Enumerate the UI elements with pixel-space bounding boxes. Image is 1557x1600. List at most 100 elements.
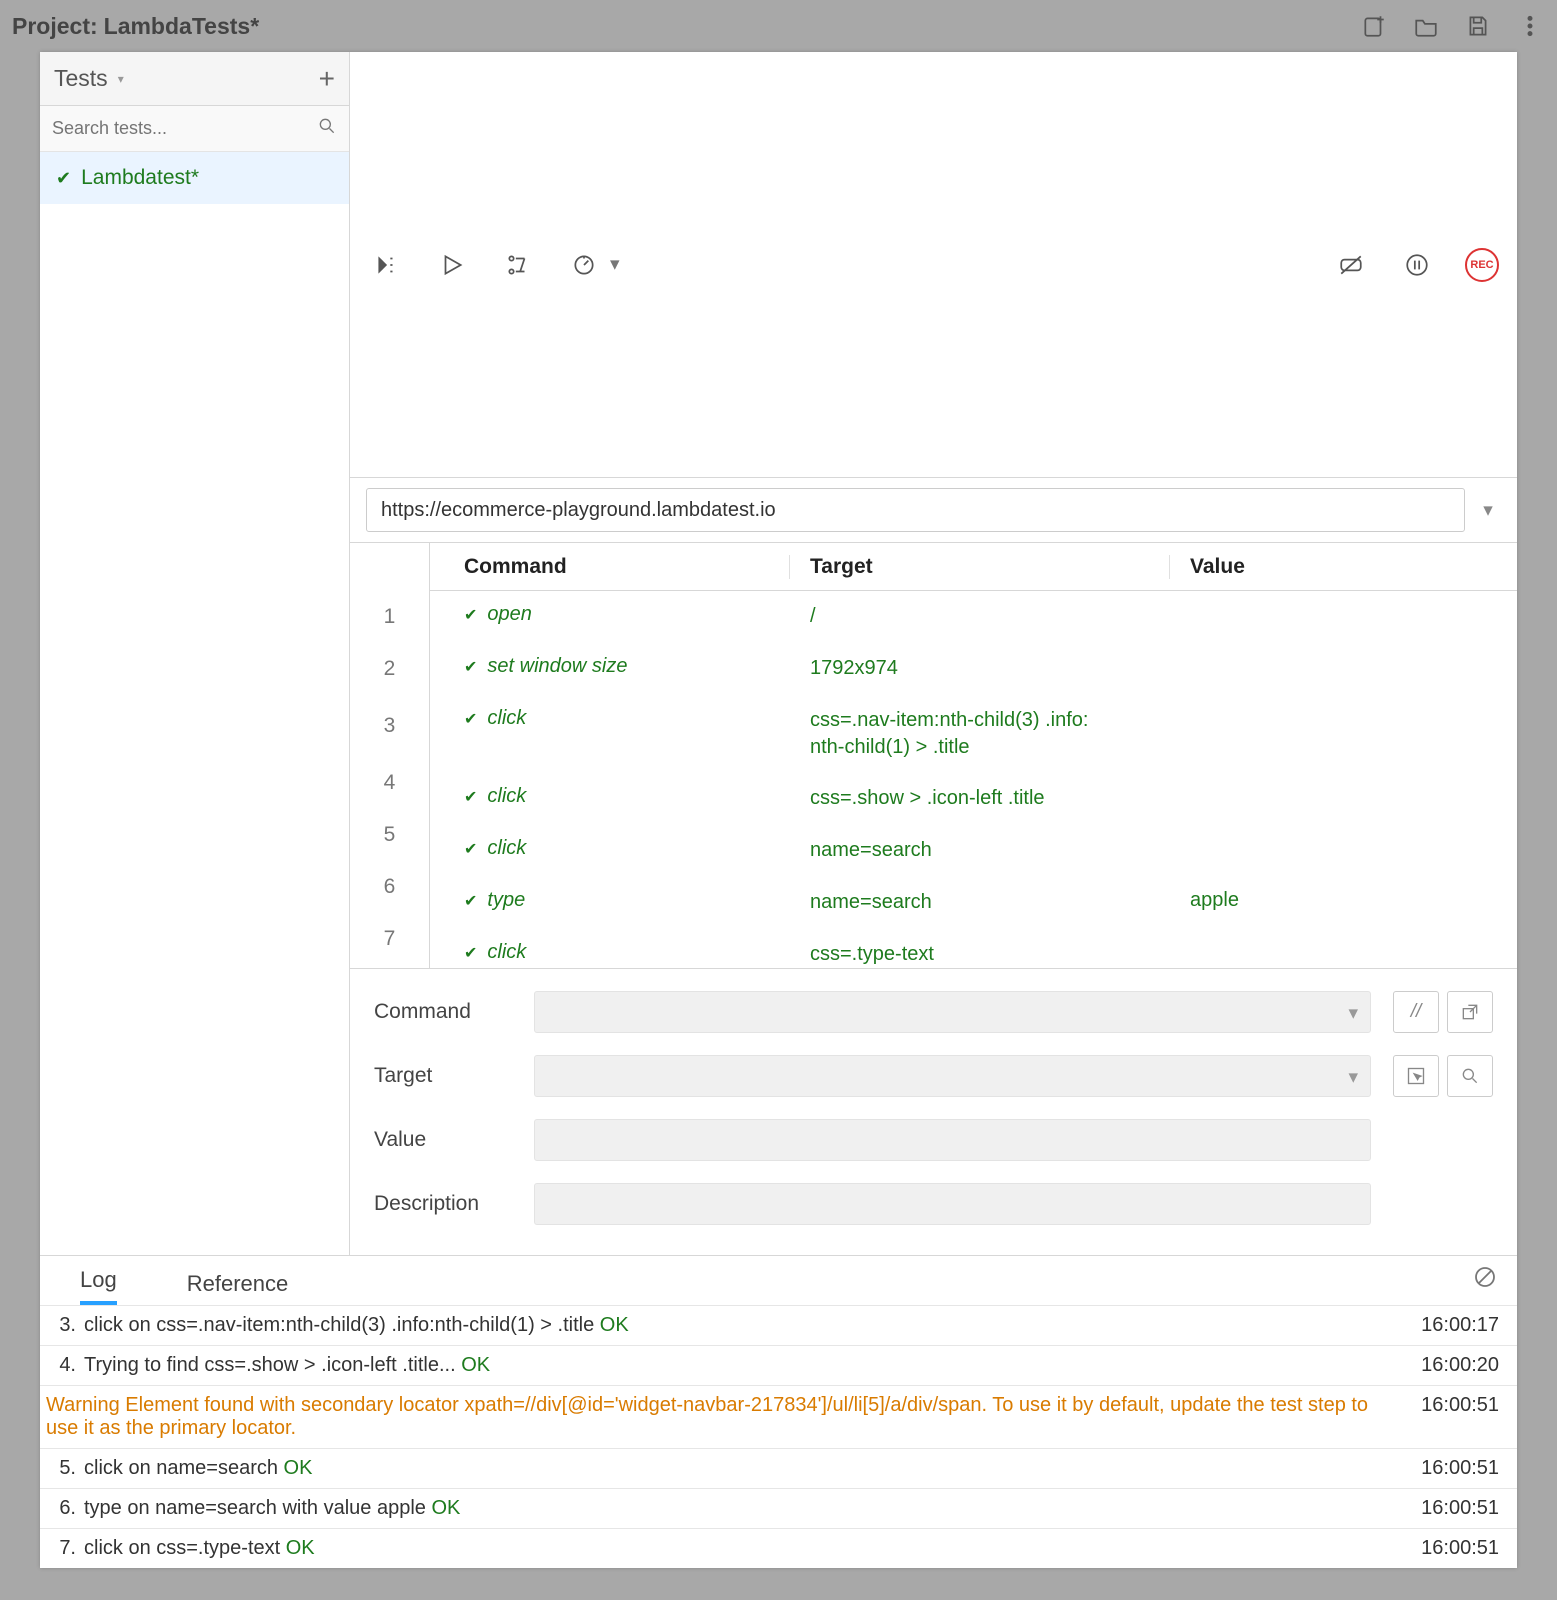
- log-status: OK: [284, 1457, 313, 1479]
- log-message: type on name=search with value apple OK: [84, 1497, 1401, 1520]
- check-icon: ✔: [464, 943, 477, 963]
- table-row[interactable]: ✔clickname=search: [430, 825, 1517, 877]
- test-item[interactable]: ✔ Lambdatest*: [40, 152, 349, 204]
- step-button[interactable]: [500, 247, 536, 283]
- line-number: 4: [350, 757, 429, 809]
- steps-table: 1234567 Command Target Value ✔open/ ✔ set …: [350, 542, 1517, 969]
- log-status: OK: [431, 1497, 460, 1519]
- new-file-icon[interactable]: [1359, 11, 1389, 41]
- log-line: 5. click on name=search OK 16:00:51: [40, 1448, 1517, 1488]
- description-label: Description: [374, 1192, 534, 1216]
- disable-breakpoints-button[interactable]: [1333, 247, 1369, 283]
- target-label: Target: [374, 1064, 534, 1088]
- run-toolbar: ▾ REC: [350, 52, 1517, 478]
- table-row[interactable]: ✔ set window size 1792x974: [430, 643, 1517, 695]
- table-row[interactable]: ✔clickcss=.type-text: [430, 929, 1517, 968]
- line-numbers: 1234567: [350, 543, 430, 968]
- table-row[interactable]: ✔typename=searchapple: [430, 877, 1517, 929]
- url-bar: ▾: [350, 478, 1517, 542]
- command-cell: click: [487, 707, 526, 730]
- target-cell: 1792x974: [790, 655, 1170, 682]
- log-timestamp: 16:00:51: [1421, 1537, 1499, 1560]
- log-message: click on name=search OK: [84, 1457, 1401, 1480]
- target-cell: /: [790, 603, 1170, 630]
- check-icon: ✔: [464, 709, 477, 729]
- tests-dropdown-label[interactable]: Tests: [54, 65, 108, 92]
- check-icon: ✔: [464, 657, 477, 677]
- log-index: 6.: [46, 1497, 76, 1520]
- project-label: Project:: [12, 13, 98, 40]
- table-row[interactable]: ✔open/: [430, 591, 1517, 643]
- log-timestamp: 16:00:51: [1421, 1394, 1499, 1417]
- check-icon: ✔: [464, 839, 477, 859]
- tab-log[interactable]: Log: [80, 1267, 117, 1305]
- table-row[interactable]: ✔clickcss=.show > .icon-left .title: [430, 773, 1517, 825]
- log-message: Trying to find css=.show > .icon-left .t…: [84, 1354, 1401, 1377]
- log-index: 7.: [46, 1537, 76, 1560]
- description-input[interactable]: [534, 1183, 1371, 1225]
- line-number: 1: [350, 591, 429, 643]
- log-message: click on css=.nav-item:nth-child(3) .inf…: [84, 1314, 1401, 1337]
- line-number: 3: [350, 695, 429, 757]
- test-list: ✔ Lambdatest*: [40, 152, 349, 1255]
- chevron-down-icon[interactable]: ▾: [118, 72, 124, 86]
- line-number: 5: [350, 809, 429, 861]
- record-button[interactable]: REC: [1465, 248, 1499, 282]
- log-line: 7.click on css=.type-text OK16:00:51: [40, 1528, 1517, 1568]
- log-line: 4. Trying to find css=.show > .icon-left …: [40, 1345, 1517, 1385]
- target-cell: name=search: [790, 889, 1170, 916]
- step-details: Command // Target: [350, 969, 1517, 1255]
- more-icon[interactable]: [1515, 11, 1545, 41]
- content: ▾ REC ▾ 1234567 Command: [350, 52, 1517, 1255]
- target-cell: css=.type-text: [790, 941, 1170, 968]
- log-panel: 3. click on css=.nav-item:nth-child(3) .i…: [40, 1305, 1517, 1568]
- sidebar: Tests ▾ + ✔ Lambdatest*: [40, 52, 350, 1255]
- url-dropdown-icon[interactable]: ▾: [1475, 499, 1501, 522]
- command-cell: click: [487, 837, 526, 860]
- line-number: 7: [350, 913, 429, 965]
- target-input[interactable]: [534, 1055, 1371, 1097]
- log-tabs: Log Reference: [40, 1255, 1517, 1305]
- table-body: ✔open/✔set window size1792x974✔clickcss=…: [430, 591, 1517, 968]
- base-url-input[interactable]: [366, 488, 1465, 532]
- log-status: OK: [600, 1314, 629, 1336]
- log-index: 4.: [46, 1354, 76, 1377]
- clear-log-button[interactable]: [1473, 1265, 1497, 1295]
- header-value: Value: [1170, 555, 1517, 579]
- project-bar: Project: LambdaTests*: [0, 0, 1557, 52]
- check-icon: ✔: [464, 787, 477, 807]
- header-command: Command: [430, 555, 790, 579]
- header-target: Target: [790, 555, 1170, 579]
- run-all-button[interactable]: [368, 247, 404, 283]
- find-target-button[interactable]: [1447, 1055, 1493, 1097]
- command-label: Command: [374, 1000, 534, 1024]
- log-timestamp: 16:00:17: [1421, 1314, 1499, 1337]
- log-line: Warning Element found with secondary loc…: [40, 1385, 1517, 1448]
- search-tests-input[interactable]: [52, 118, 317, 139]
- log-index: 5.: [46, 1457, 76, 1480]
- tab-reference[interactable]: Reference: [187, 1271, 289, 1305]
- open-new-window-button[interactable]: [1447, 991, 1493, 1033]
- speed-button[interactable]: [566, 247, 602, 283]
- check-icon: ✔: [56, 168, 71, 189]
- save-icon[interactable]: [1463, 11, 1493, 41]
- log-index: 3.: [46, 1314, 76, 1337]
- table-header: Command Target Value: [430, 543, 1517, 591]
- add-test-button[interactable]: +: [319, 63, 335, 95]
- pause-button[interactable]: [1399, 247, 1435, 283]
- select-target-button[interactable]: [1393, 1055, 1439, 1097]
- search-icon[interactable]: [317, 116, 337, 142]
- command-cell: set window size: [487, 655, 627, 678]
- chevron-down-icon[interactable]: ▾: [610, 253, 620, 276]
- folder-icon[interactable]: [1411, 11, 1441, 41]
- log-timestamp: 16:00:51: [1421, 1457, 1499, 1480]
- toggle-comment-button[interactable]: //: [1393, 991, 1439, 1033]
- value-label: Value: [374, 1128, 534, 1152]
- log-status: OK: [286, 1537, 315, 1559]
- run-button[interactable]: [434, 247, 470, 283]
- command-input[interactable]: [534, 991, 1371, 1033]
- log-timestamp: 16:00:51: [1421, 1497, 1499, 1520]
- value-input[interactable]: [534, 1119, 1371, 1161]
- project-name: LambdaTests*: [104, 13, 260, 40]
- table-row[interactable]: ✔clickcss=.nav-item:nth-child(3) .info:n…: [430, 695, 1517, 773]
